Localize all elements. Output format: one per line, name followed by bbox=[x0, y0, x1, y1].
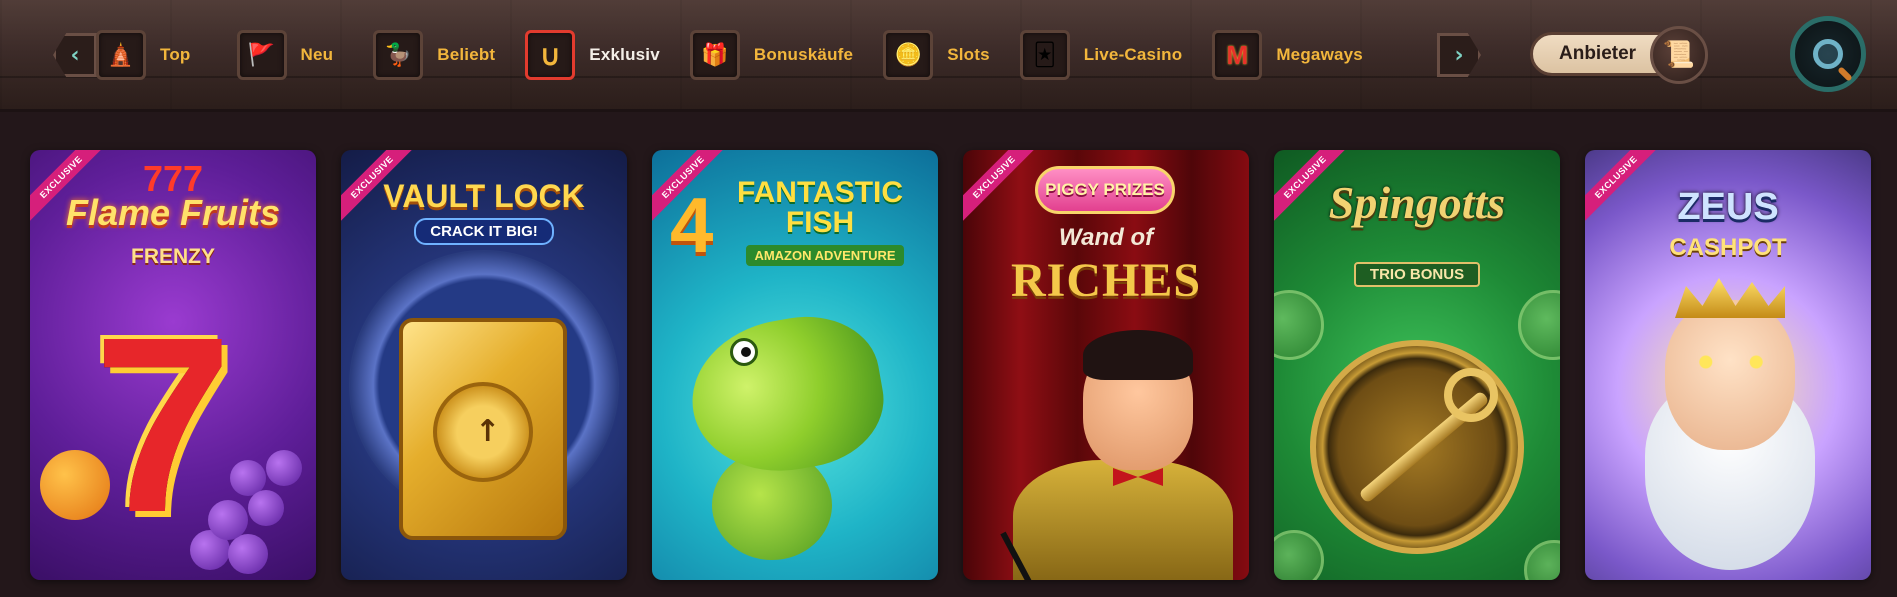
clover-coin-icon bbox=[1518, 290, 1560, 360]
category-new[interactable]: 🚩 Neu bbox=[236, 30, 334, 80]
game-subtitle: CASHPOT bbox=[1669, 234, 1787, 261]
golden-safe-image bbox=[399, 318, 567, 540]
category-popular[interactable]: 🦆 Beliebt bbox=[373, 30, 495, 80]
game-title: VAULT LOCK bbox=[383, 178, 585, 214]
category-list: 🛕 Top 🚩 Neu 🦆 Beliebt ∪ Exklusiv 🎁 Bonus… bbox=[96, 30, 1363, 80]
fish-eye bbox=[730, 338, 758, 366]
game-subtitle: FRENZY bbox=[131, 245, 215, 268]
category-nav-bar: ‹ 🛕 Top 🚩 Neu 🦆 Beliebt ∪ Exklusiv 🎁 Bon… bbox=[0, 0, 1897, 112]
gift-icon: 🎁 bbox=[689, 30, 740, 80]
game-card-vault-lock[interactable]: EXCLUSIVE VAULT LOCK CRACK IT BIG! bbox=[341, 150, 627, 580]
crown-icon bbox=[1675, 278, 1785, 318]
temple-icon: 🛕 bbox=[96, 30, 146, 80]
category-exclusive[interactable]: ∪ Exklusiv bbox=[525, 30, 660, 80]
game-card-zeus-cashpot[interactable]: EXCLUSIVE ZEUS CASHPOT bbox=[1585, 150, 1871, 580]
clover-coin-icon bbox=[1524, 540, 1560, 580]
game-subtitle-badge: CRACK IT BIG! bbox=[341, 218, 627, 245]
magnifier-icon bbox=[1813, 39, 1843, 69]
game-card-spingotts[interactable]: EXCLUSIVE Spingotts TRIO BONUS bbox=[1274, 150, 1560, 580]
safe-dial-icon bbox=[433, 382, 533, 482]
duck-icon: 🦆 bbox=[373, 30, 424, 80]
flag-icon: 🚩 bbox=[236, 30, 287, 80]
zeus-face-image bbox=[1665, 300, 1795, 450]
game-grid: EXCLUSIVE 777 Flame Fruits FRENZY 7 EXCL… bbox=[30, 150, 1871, 580]
provider-filter-button[interactable]: Anbieter 📜 bbox=[1530, 26, 1708, 84]
game-subtitle: CRACK IT BIG! bbox=[414, 218, 554, 245]
category-label: Top bbox=[160, 45, 191, 64]
grape-icon bbox=[266, 450, 302, 486]
category-label: Beliebt bbox=[437, 45, 496, 64]
playing-cards-icon: 🃏 bbox=[1019, 30, 1070, 80]
category-label: Slots bbox=[947, 45, 990, 64]
category-megaways[interactable]: M Megaways bbox=[1212, 30, 1363, 80]
game-subtitle: AMAZON ADVENTURE bbox=[746, 245, 904, 266]
game-title: ZEUS bbox=[1677, 186, 1779, 228]
megaways-m-icon: M bbox=[1212, 30, 1263, 80]
orange-fruit-icon bbox=[40, 450, 110, 520]
game-card-wand-of-riches[interactable]: EXCLUSIVE PIGGY PRIZES Wand of RICHES bbox=[963, 150, 1249, 580]
nav-scroll-left-button[interactable]: ‹ bbox=[52, 30, 98, 80]
chevron-right-icon: › bbox=[1437, 33, 1481, 77]
category-label: Exklusiv bbox=[589, 45, 660, 64]
magician-hair bbox=[1083, 330, 1193, 380]
game-subtitle-badge: TRIO BONUS bbox=[1274, 262, 1560, 287]
exclusive-ribbon: EXCLUSIVE bbox=[963, 150, 1047, 230]
nav-scroll-right-button[interactable]: › bbox=[1436, 30, 1482, 80]
game-title: Flame Fruits bbox=[65, 192, 281, 233]
coin-icon: 🪙 bbox=[883, 30, 934, 80]
category-top[interactable]: 🛕 Top bbox=[96, 30, 191, 80]
category-bonus-buys[interactable]: 🎁 Bonuskäufe bbox=[689, 30, 854, 80]
casino-lobby-page: ‹ 🛕 Top 🚩 Neu 🦆 Beliebt ∪ Exklusiv 🎁 Bon… bbox=[0, 0, 1897, 597]
game-card-4-fantastic-fish[interactable]: EXCLUSIVE 4 FANTASTIC FISH AMAZON ADVENT… bbox=[652, 150, 938, 580]
game-title: FANTASTIC FISH bbox=[736, 176, 904, 239]
category-label: Bonuskäufe bbox=[753, 45, 854, 64]
category-slots[interactable]: 🪙 Slots bbox=[883, 30, 990, 80]
category-label: Neu bbox=[300, 45, 334, 64]
piggy-prizes-logo: PIGGY PRIZES bbox=[1035, 166, 1175, 214]
category-label: Megaways bbox=[1276, 45, 1363, 64]
category-live-casino[interactable]: 🃏 Live-Casino bbox=[1019, 30, 1183, 80]
glowing-eyes bbox=[1689, 355, 1773, 369]
fish-image bbox=[680, 304, 894, 486]
search-button[interactable] bbox=[1790, 16, 1866, 92]
game-title: Wand of bbox=[1058, 224, 1154, 251]
game-subtitle-badge: AMAZON ADVENTURE bbox=[722, 245, 928, 266]
grape-icon bbox=[248, 490, 284, 526]
scroll-icon: 📜 bbox=[1650, 26, 1708, 84]
game-card-flame-fruits-frenzy[interactable]: EXCLUSIVE 777 Flame Fruits FRENZY 7 bbox=[30, 150, 316, 580]
game-subtitle: RICHES bbox=[1010, 254, 1202, 307]
game-title: Spingotts bbox=[1328, 177, 1506, 228]
category-label: Live-Casino bbox=[1083, 45, 1183, 64]
horseshoe-icon: ∪ bbox=[525, 30, 576, 80]
key-bow bbox=[1444, 368, 1498, 422]
chevron-left-icon: ‹ bbox=[53, 33, 97, 77]
clover-coin-icon bbox=[1274, 530, 1324, 580]
grape-icon bbox=[228, 534, 268, 574]
clover-coin-icon bbox=[1274, 290, 1324, 360]
grape-icon bbox=[208, 500, 248, 540]
game-subtitle: TRIO BONUS bbox=[1353, 262, 1481, 287]
